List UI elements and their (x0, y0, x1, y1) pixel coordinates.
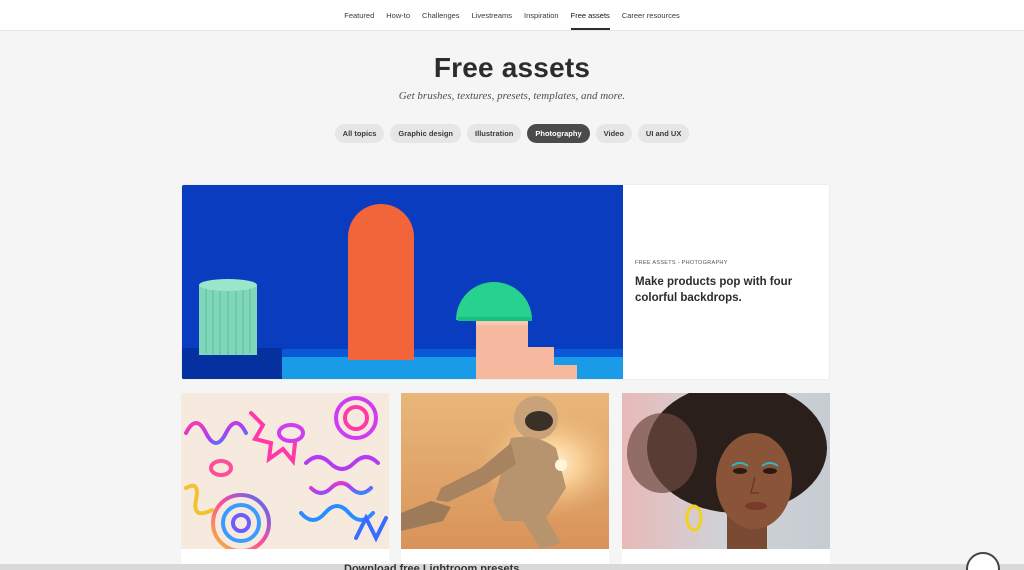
nav-how-to[interactable]: How-to (380, 0, 416, 30)
nav-featured[interactable]: Featured (338, 0, 380, 30)
filter-photography[interactable]: Photography (527, 124, 590, 143)
nav-free-assets[interactable]: Free assets (565, 0, 616, 30)
filter-illustration[interactable]: Illustration (467, 124, 522, 143)
filter-video[interactable]: Video (595, 124, 632, 143)
nav-inspiration[interactable]: Inspiration (518, 0, 565, 30)
topic-filters: All topics Graphic design Illustration P… (0, 124, 1024, 143)
nav-career-resources[interactable]: Career resources (616, 0, 686, 30)
asset-card-portrait[interactable] (622, 393, 830, 570)
featured-text: FREE ASSETS - PHOTOGRAPHY Make products … (635, 260, 820, 306)
featured-category: FREE ASSETS - PHOTOGRAPHY (635, 260, 728, 266)
featured-article-card[interactable]: FREE ASSETS - PHOTOGRAPHY Make products … (181, 184, 830, 380)
astronaut-photo-image (401, 393, 609, 549)
portrait-photo-image (622, 393, 830, 549)
nav-challenges[interactable]: Challenges (416, 0, 466, 30)
filter-graphic-design[interactable]: Graphic design (390, 124, 462, 143)
page-subtitle: Get brushes, textures, presets, template… (398, 90, 626, 102)
featured-headline[interactable]: Make products pop with four colorful bac… (635, 274, 820, 306)
asset-card-astronaut[interactable] (401, 393, 609, 570)
top-nav: Featured How-to Challenges Livestreams I… (0, 0, 1024, 31)
doodle-pattern-image (181, 393, 389, 549)
scroll-to-top-button[interactable] (966, 552, 1000, 570)
nav-livestreams[interactable]: Livestreams (466, 0, 518, 30)
featured-backdrop-image (182, 185, 623, 379)
filter-ui-and-ux[interactable]: UI and UX (637, 124, 690, 143)
page-title: Free assets (433, 52, 591, 83)
asset-card-doodles[interactable] (181, 393, 389, 570)
next-section-heading: Download free Lightroom presets (344, 563, 520, 570)
filter-all-topics[interactable]: All topics (334, 124, 385, 143)
